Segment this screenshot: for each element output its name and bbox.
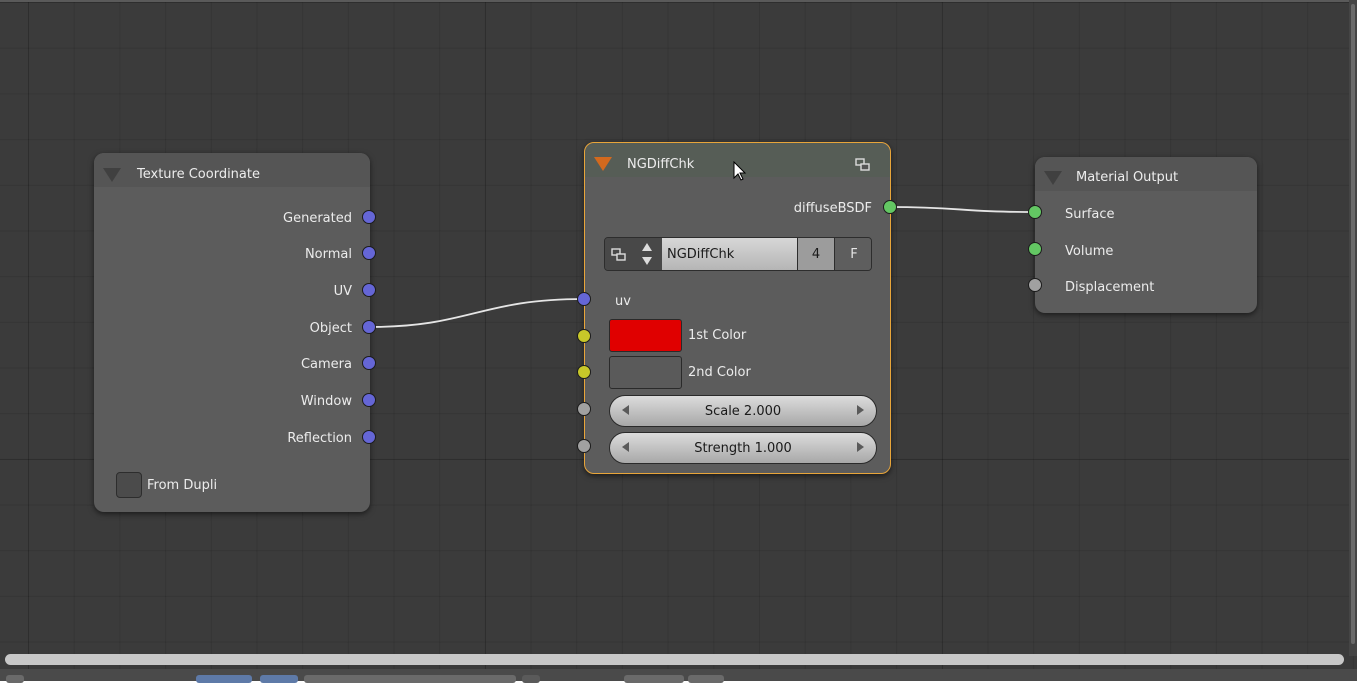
output-label-object: Object bbox=[309, 321, 352, 336]
socket-scale-input[interactable] bbox=[577, 402, 591, 416]
nodetree-name-field[interactable]: NGDiffChk bbox=[662, 238, 798, 270]
input-label-displacement: Displacement bbox=[1065, 280, 1155, 295]
input-label-surface: Surface bbox=[1065, 207, 1115, 222]
strength-slider[interactable]: Strength 1.000 bbox=[609, 432, 877, 464]
increment-arrow-icon[interactable] bbox=[857, 405, 864, 415]
socket-normal-output[interactable] bbox=[362, 246, 376, 260]
socket-reflection-output[interactable] bbox=[362, 430, 376, 444]
from-dupli-label: From Dupli bbox=[147, 478, 218, 493]
nodetree-name: NGDiffChk bbox=[667, 247, 735, 262]
user-count: 4 bbox=[811, 247, 821, 262]
texture-coordinate-node[interactable]: Texture Coordinate Generated Normal UV O… bbox=[94, 153, 370, 512]
socket-diffusebsdf-output[interactable] bbox=[883, 200, 897, 214]
socket-surface-input[interactable] bbox=[1028, 205, 1042, 219]
input-label-volume: Volume bbox=[1065, 244, 1114, 259]
fake-user-button[interactable]: F bbox=[835, 238, 871, 270]
mouse-pointer-icon bbox=[733, 161, 747, 181]
output-label-window: Window bbox=[300, 394, 352, 409]
socket-displacement-input[interactable] bbox=[1028, 278, 1042, 292]
backdrop-toggle[interactable] bbox=[522, 675, 540, 683]
socket-volume-input[interactable] bbox=[1028, 242, 1042, 256]
triangle-down-icon[interactable] bbox=[1044, 171, 1062, 185]
output-label-uv: UV bbox=[333, 284, 352, 299]
up-down-arrows-icon bbox=[642, 243, 652, 265]
scale-slider-text: Scale 2.000 bbox=[704, 404, 782, 419]
socket-first-color-input[interactable] bbox=[577, 329, 591, 343]
from-dupli-checkbox[interactable] bbox=[116, 472, 142, 498]
socket-uv-output[interactable] bbox=[362, 283, 376, 297]
input-label-uv: uv bbox=[615, 294, 631, 309]
horizontal-scrollbar[interactable] bbox=[5, 654, 1344, 665]
node-title: NGDiffChk bbox=[627, 157, 695, 172]
node-group-icon[interactable] bbox=[855, 156, 871, 172]
output-label-diffusebsdf: diffuseBSDF bbox=[793, 201, 872, 216]
input-label-second-color: 2nd Color bbox=[688, 365, 751, 380]
output-label-reflection: Reflection bbox=[287, 431, 352, 446]
output-label-normal: Normal bbox=[304, 247, 352, 262]
texture-coordinate-header[interactable]: Texture Coordinate bbox=[94, 153, 370, 187]
socket-camera-output[interactable] bbox=[362, 356, 376, 370]
output-label-generated: Generated bbox=[283, 211, 352, 226]
triangle-down-icon[interactable] bbox=[594, 157, 612, 171]
second-color-swatch[interactable] bbox=[609, 356, 682, 389]
editor-header-bar bbox=[0, 669, 1357, 683]
socket-object-output[interactable] bbox=[362, 320, 376, 334]
fake-user-label: F bbox=[850, 247, 858, 262]
browse-nodetree-button[interactable] bbox=[605, 238, 663, 270]
user-count-button[interactable]: 4 bbox=[798, 238, 835, 270]
link-object-to-uv bbox=[368, 298, 585, 328]
material-output-node[interactable]: Material Output Surface Volume Displacem… bbox=[1035, 157, 1257, 313]
strength-slider-text: Strength 1.000 bbox=[694, 441, 792, 456]
copy-paste-buttons[interactable] bbox=[688, 675, 724, 683]
socket-window-output[interactable] bbox=[362, 393, 376, 407]
node-title: Material Output bbox=[1076, 170, 1179, 185]
link-diffusebsdf-to-surface bbox=[889, 206, 1036, 213]
node-title: Texture Coordinate bbox=[137, 167, 260, 182]
editor-type-button[interactable] bbox=[6, 675, 24, 683]
scale-slider[interactable]: Scale 2.000 bbox=[609, 395, 877, 427]
material-selector[interactable] bbox=[304, 675, 516, 683]
material-output-header[interactable]: Material Output bbox=[1035, 157, 1257, 191]
input-label-first-color: 1st Color bbox=[688, 328, 747, 343]
increment-arrow-icon[interactable] bbox=[857, 442, 864, 452]
node-editor-canvas[interactable]: Texture Coordinate Generated Normal UV O… bbox=[0, 0, 1357, 683]
socket-strength-input[interactable] bbox=[577, 439, 591, 453]
shader-type-buttons[interactable] bbox=[260, 675, 298, 683]
output-label-camera: Camera bbox=[300, 357, 352, 372]
triangle-down-icon[interactable] bbox=[103, 168, 121, 182]
mode-buttons[interactable] bbox=[196, 675, 252, 683]
socket-uv-input[interactable] bbox=[577, 292, 591, 306]
nodetree-selector[interactable]: NGDiffChk 4 F bbox=[604, 237, 872, 271]
snap-buttons[interactable] bbox=[624, 675, 684, 683]
node-group-icon bbox=[611, 248, 626, 261]
socket-second-color-input[interactable] bbox=[577, 365, 591, 379]
first-color-swatch[interactable] bbox=[609, 319, 682, 352]
socket-generated-output[interactable] bbox=[362, 210, 376, 224]
group-node[interactable]: NGDiffChk diffuseBSDF NGDiffChk 4 F uv 1… bbox=[584, 142, 891, 474]
